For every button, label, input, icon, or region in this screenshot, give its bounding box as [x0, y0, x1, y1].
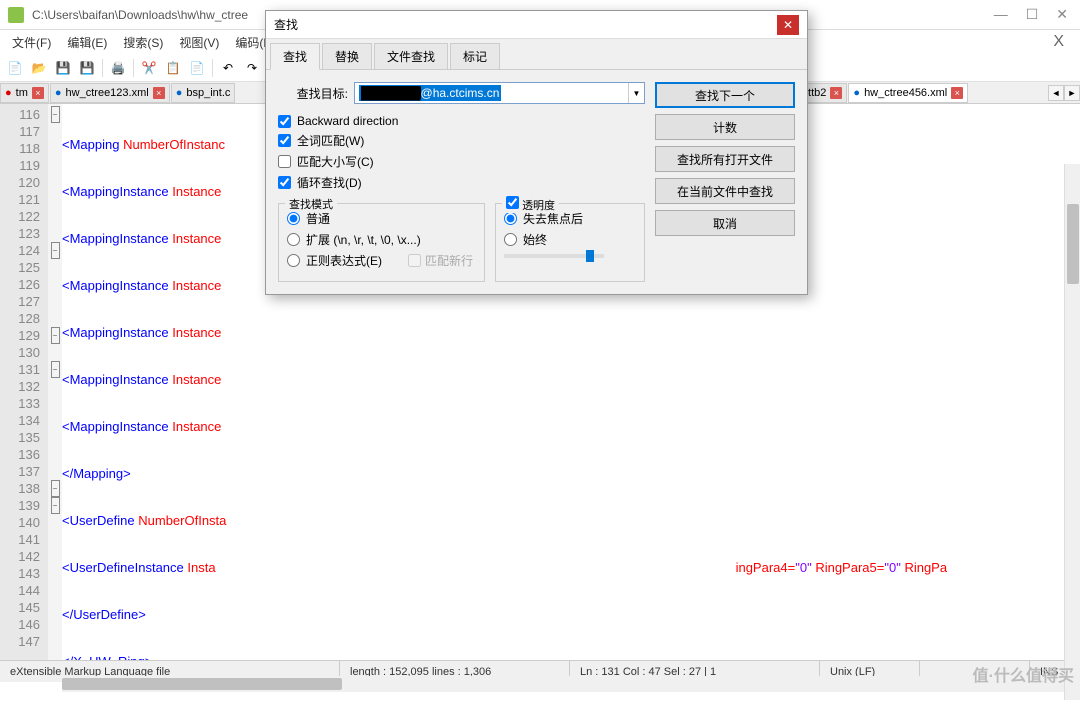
vertical-scrollbar[interactable]	[1064, 164, 1080, 700]
tab-bspint[interactable]: ●bsp_int.c	[171, 83, 236, 103]
tab-mark[interactable]: 标记	[450, 43, 500, 69]
app-icon	[8, 7, 24, 23]
find-in-current-button[interactable]: 在当前文件中查找	[655, 178, 795, 204]
tab-scroll-left-icon[interactable]: ◄	[1048, 85, 1064, 101]
chk-wholeword[interactable]: 全词匹配(W)	[278, 132, 645, 149]
tab-tm[interactable]: ●tm×	[0, 83, 49, 103]
find-next-button[interactable]: 查找下一个	[655, 82, 795, 108]
tab-find[interactable]: 查找	[270, 43, 320, 70]
tab-hwctree123[interactable]: ●hw_ctree123.xml×	[50, 83, 170, 103]
tab-hwctree456[interactable]: ●hw_ctree456.xml×	[848, 83, 968, 103]
close-icon[interactable]: ×	[951, 87, 963, 99]
close-icon[interactable]: ×	[153, 87, 165, 99]
chk-backward[interactable]: Backward direction	[278, 114, 645, 128]
copy-icon[interactable]: 📋	[162, 57, 184, 79]
new-file-icon[interactable]: 📄	[4, 57, 26, 79]
dialog-tabs: 查找 替换 文件查找 标记	[266, 39, 807, 70]
radio-always[interactable]: 始终	[504, 231, 636, 248]
menu-search[interactable]: 搜索(S)	[117, 32, 169, 53]
close-icon[interactable]: ×	[830, 87, 842, 99]
fold-gutter[interactable]: − − − − − −	[48, 104, 62, 660]
open-file-icon[interactable]: 📂	[28, 57, 50, 79]
save-icon[interactable]: 💾	[52, 57, 74, 79]
menu-edit[interactable]: 编辑(E)	[61, 32, 113, 53]
maximize-button[interactable]: ☐	[1026, 6, 1039, 23]
dropdown-icon[interactable]: ▼	[628, 83, 644, 103]
cut-icon[interactable]: ✂️	[138, 57, 160, 79]
transparency-group: 透明度 失去焦点后 始终	[495, 203, 645, 282]
chk-matchcase[interactable]: 匹配大小写(C)	[278, 153, 645, 170]
find-target-input[interactable]: ███████@ha.ctcims.cn ▼	[354, 82, 645, 104]
line-number-gutter: 1161171181191201211221231241251261271281…	[0, 104, 48, 660]
radio-extended[interactable]: 扩展 (\n, \r, \t, \0, \x...)	[287, 231, 476, 248]
save-all-icon[interactable]: 💾	[76, 57, 98, 79]
close-icon[interactable]: ×	[32, 87, 44, 99]
minimize-button[interactable]: —	[994, 6, 1008, 23]
dialog-title: 查找	[274, 16, 777, 33]
tab-scroll-right-icon[interactable]: ►	[1064, 85, 1080, 101]
search-mode-group: 查找模式 普通 扩展 (\n, \r, \t, \0, \x...) 正则表达式…	[278, 203, 485, 282]
dialog-titlebar[interactable]: 查找 ✕	[266, 11, 807, 39]
horizontal-scrollbar[interactable]	[62, 676, 1064, 692]
menu-file[interactable]: 文件(F)	[6, 32, 57, 53]
redo-icon[interactable]: ↷	[241, 57, 263, 79]
chk-match-newline[interactable]: 匹配新行	[408, 252, 473, 269]
tab-findinfiles[interactable]: 文件查找	[374, 43, 448, 69]
dialog-close-button[interactable]: ✕	[777, 15, 799, 35]
count-button[interactable]: 计数	[655, 114, 795, 140]
tab-close-x[interactable]: X	[1043, 33, 1074, 51]
chk-wrap[interactable]: 循环查找(D)	[278, 174, 645, 191]
transparency-slider[interactable]	[504, 254, 604, 258]
close-button[interactable]: ✕	[1056, 6, 1068, 23]
tab-replace[interactable]: 替换	[322, 43, 372, 69]
chk-transparency[interactable]	[506, 196, 519, 209]
radio-regex[interactable]: 正则表达式(E) 匹配新行	[287, 252, 476, 269]
undo-icon[interactable]: ↶	[217, 57, 239, 79]
find-dialog: 查找 ✕ 查找 替换 文件查找 标记 查找目标: ███████@ha.ctci…	[265, 10, 808, 295]
find-all-open-button[interactable]: 查找所有打开文件	[655, 146, 795, 172]
cancel-button[interactable]: 取消	[655, 210, 795, 236]
paste-icon[interactable]: 📄	[186, 57, 208, 79]
menu-view[interactable]: 视图(V)	[173, 32, 225, 53]
find-target-label: 查找目标:	[278, 85, 348, 102]
print-icon[interactable]: 🖨️	[107, 57, 129, 79]
radio-normal[interactable]: 普通	[287, 210, 476, 227]
